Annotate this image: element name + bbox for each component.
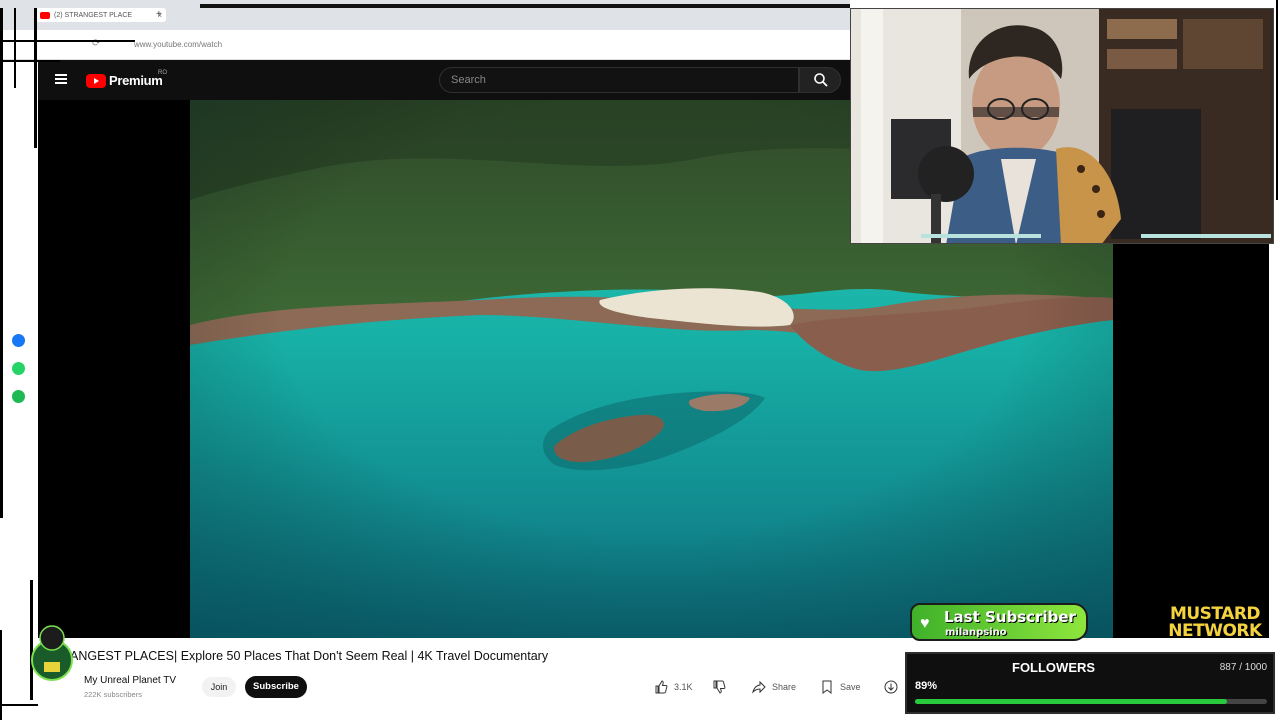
mustard-network-logo: MUSTARD NETWORK	[1156, 606, 1274, 644]
overlay-frame-line	[0, 8, 3, 518]
subscribe-button[interactable]: Subscribe	[245, 676, 307, 698]
thumbs-up-icon	[655, 680, 668, 694]
youtube-logo-text: Premium	[109, 73, 163, 88]
share-label: Share	[772, 682, 797, 692]
overlay-frame-line	[0, 60, 60, 62]
stream-screen: { "browser": { "tab_title": "(2) STRANGE…	[0, 0, 1280, 720]
search-icon	[814, 73, 828, 87]
last-subscriber-title: Last Subscriber	[944, 608, 1076, 626]
search-button[interactable]	[799, 67, 841, 93]
brand-line-2: NETWORK	[1168, 621, 1262, 641]
dislike-button[interactable]	[712, 677, 726, 697]
followers-label: FOLLOWERS	[1012, 660, 1096, 675]
last-subscriber-alert: ♥ Last Subscriber milanpsino	[910, 603, 1088, 641]
bookmark-icon	[822, 680, 832, 694]
kick-streamer-logo	[31, 625, 73, 681]
channel-name[interactable]: My Unreal Planet TV	[84, 675, 176, 686]
overlay-frame-line	[1266, 240, 1269, 640]
like-button[interactable]: 3.1K	[654, 677, 693, 697]
last-subscriber-name: milanpsino	[945, 627, 1007, 638]
search-input[interactable]: Search	[439, 67, 799, 93]
download-icon	[884, 680, 898, 694]
join-button[interactable]: Join	[202, 677, 236, 697]
whatsapp-icon[interactable]	[12, 362, 25, 375]
url-text[interactable]: www.youtube.com/watch	[134, 40, 222, 49]
followers-count: 887 / 1000	[1219, 662, 1267, 673]
spotify-icon[interactable]	[12, 390, 25, 403]
browser-tab[interactable]: (2) STRANGEST PLACE ×	[36, 8, 166, 22]
followers-percent: 89%	[915, 680, 938, 692]
webcam-image	[851, 9, 1273, 243]
browser-side-panel	[0, 60, 38, 638]
followers-goal-widget: FOLLOWERS 887 / 1000 89%	[905, 652, 1275, 714]
overlay-frame-line	[0, 40, 135, 42]
hamburger-menu-icon[interactable]	[55, 74, 67, 84]
messenger-icon[interactable]	[12, 334, 25, 347]
browser-tab-title: (2) STRANGEST PLACE	[54, 11, 133, 19]
followers-progress-fill	[915, 699, 1228, 704]
webcam-feed	[850, 8, 1274, 244]
overlay-frame-line	[200, 4, 850, 8]
youtube-play-icon	[86, 73, 106, 88]
new-tab-button[interactable]: +	[156, 9, 162, 20]
heart-icon: ♥	[920, 615, 930, 632]
overlay-frame-line	[34, 8, 37, 148]
save-label: Save	[840, 682, 861, 692]
thumbs-down-icon	[713, 680, 726, 694]
address-bar	[0, 30, 850, 60]
youtube-logo[interactable]: Premium RO	[86, 70, 167, 88]
followers-progress-track	[915, 699, 1267, 704]
overlay-frame-line	[0, 630, 2, 720]
overlay-frame-line	[14, 8, 16, 88]
country-code: RO	[158, 70, 167, 76]
video-title: ANGEST PLACES| Explore 50 Places That Do…	[70, 649, 549, 663]
subscriber-count: 222K subscribers	[84, 690, 142, 699]
youtube-favicon-icon	[40, 11, 50, 19]
share-button[interactable]: Share	[752, 677, 796, 697]
download-button[interactable]	[884, 677, 898, 697]
share-icon	[752, 680, 766, 694]
save-button[interactable]: Save	[820, 677, 861, 697]
like-count: 3.1K	[674, 682, 693, 692]
overlay-frame-line	[1276, 0, 1278, 200]
